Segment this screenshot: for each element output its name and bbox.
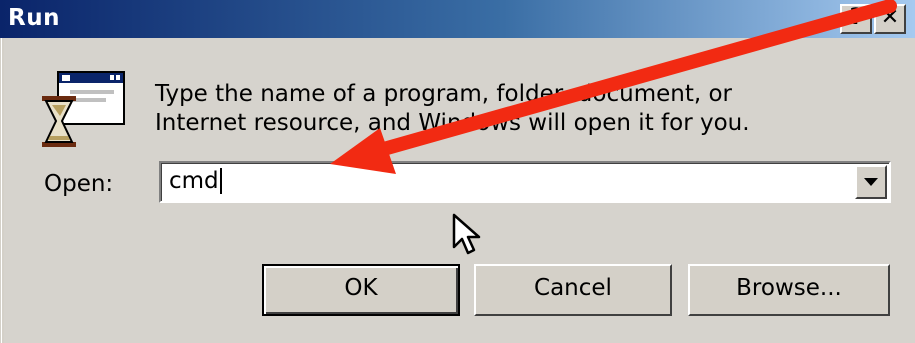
annotation-arrow [330, 0, 897, 174]
run-dialog: Run ? ✕ Type the name of a program, fold… [0, 0, 915, 343]
